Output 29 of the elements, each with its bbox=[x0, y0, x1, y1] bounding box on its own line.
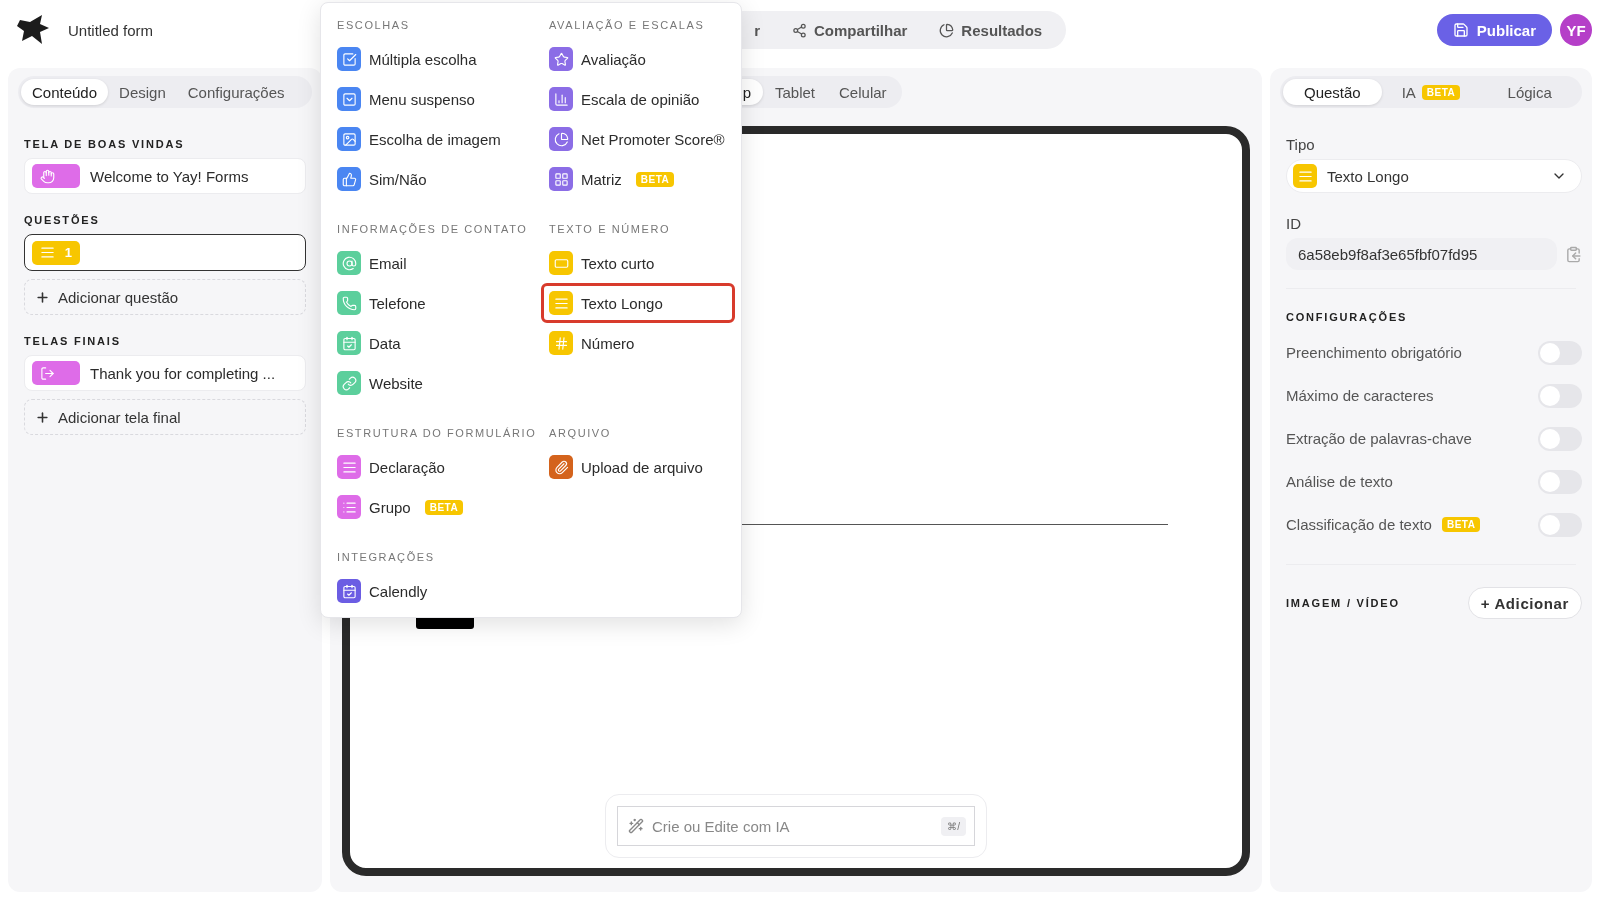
menu-section-heading: AVALIAÇÃO E ESCALAS bbox=[549, 19, 706, 31]
menu-section-heading: INTEGRAÇÕES bbox=[337, 551, 436, 563]
card-title: Welcome to Yay! Forms bbox=[90, 167, 249, 185]
menu-section-heading: TEXTO E NÚMERO bbox=[549, 223, 672, 235]
field-label: ID bbox=[1286, 215, 1302, 232]
menu-section-heading: ARQUIVO bbox=[549, 427, 612, 439]
beta-badge: BETA bbox=[635, 171, 675, 187]
section-heading: TELA DE BOAS VINDAS bbox=[24, 138, 186, 150]
setting-label: Preenchimento obrigatório bbox=[1286, 344, 1462, 361]
setting-label: Extração de palavras-chave bbox=[1286, 430, 1472, 447]
placeholder-text: Crie ou Edite com IA bbox=[652, 817, 791, 835]
setting-label: Máximo de caracteres bbox=[1286, 387, 1434, 404]
beta-badge: BETA bbox=[1421, 84, 1461, 100]
shortcut-key: ⌘/ bbox=[941, 816, 966, 836]
card-title: Thank you for completing ... bbox=[90, 364, 276, 382]
setting-label: Análise de texto bbox=[1286, 473, 1393, 490]
section-heading: CONFIGURAÇÕES bbox=[1286, 311, 1409, 323]
menu-section-heading: INFORMAÇÕES DE CONTATO bbox=[337, 223, 529, 235]
section-heading: TELAS FINAIS bbox=[24, 335, 122, 347]
beta-badge: BETA bbox=[1441, 517, 1481, 532]
menu-section-heading: ESCOLHAS bbox=[337, 19, 411, 31]
lines-tile: 1 bbox=[32, 240, 80, 265]
section-heading: IMAGEM / VÍDEO bbox=[1286, 597, 1400, 609]
section-heading: QUESTÕES bbox=[24, 214, 101, 226]
menu-section-heading: ESTRUTURA DO FORMULÁRIO bbox=[337, 427, 538, 439]
beta-badge: BETA bbox=[424, 499, 464, 515]
form-title: Untitled form bbox=[68, 21, 154, 39]
setting-label: Classificação de texto bbox=[1286, 516, 1432, 533]
field-label: Tipo bbox=[1286, 136, 1316, 153]
